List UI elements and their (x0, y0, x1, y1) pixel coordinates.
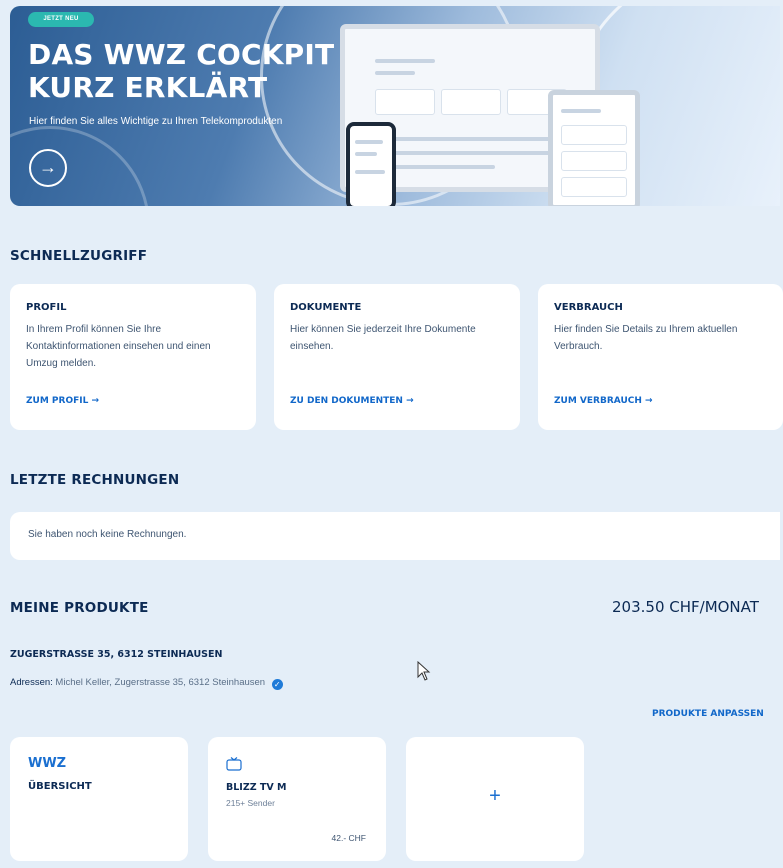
plus-icon: + (489, 785, 501, 807)
arrow-right-icon: → (39, 157, 57, 177)
overview-card[interactable]: WWZ ÜBERSICHT (10, 737, 188, 861)
product-card-blizz-tv[interactable]: BLIZZ TV M 215+ Sender 42.- CHF (208, 737, 386, 861)
hero-banner[interactable]: JETZT NEU DAS WWZ COCKPIT KURZ ERKLÄRT H… (10, 6, 780, 206)
card-title: DOKUMENTE (290, 302, 362, 313)
hero-title: DAS WWZ COCKPIT KURZ ERKLÄRT (28, 38, 358, 104)
consumption-card[interactable]: VERBRAUCH Hier finden Sie Details zu Ihr… (538, 284, 783, 430)
hero-subtitle: Hier finden Sie alles Wichtige zu Ihren … (29, 116, 283, 127)
documents-card[interactable]: DOKUMENTE Hier können Sie jederzeit Ihre… (274, 284, 520, 430)
card-title: PROFIL (26, 302, 67, 313)
invoices-panel: Sie haben noch keine Rechnungen. (10, 512, 780, 560)
quick-access-heading: SCHNELLZUGRIFF (10, 248, 148, 264)
monthly-total: 203.50 CHF/MONAT (612, 598, 759, 616)
product-price: 42.- CHF (331, 833, 366, 843)
profile-link[interactable]: ZUM PROFIL → (26, 396, 99, 406)
adjust-products-link[interactable]: PRODUKTE ANPASSEN (652, 709, 764, 719)
tv-icon (226, 757, 242, 771)
address-label: Adressen: (10, 677, 53, 688)
hero-arrow-button[interactable]: → (29, 149, 67, 187)
overview-label: ÜBERSICHT (28, 781, 92, 792)
add-product-card[interactable]: + (406, 737, 584, 861)
card-title: VERBRAUCH (554, 302, 623, 313)
address-value: Michel Keller, Zugerstrasse 35, 6312 Ste… (55, 677, 266, 688)
wwz-logo: WWZ (28, 756, 67, 771)
invoices-heading: LETZTE RECHNUNGEN (10, 472, 180, 488)
phone-mockup-image (346, 122, 396, 206)
profile-card[interactable]: PROFIL In Ihrem Profil können Sie Ihre K… (10, 284, 256, 430)
card-text: Hier finden Sie Details zu Ihrem aktuell… (554, 324, 738, 352)
address-line: Adressen: Michel Keller, Zugerstrasse 35… (10, 677, 283, 690)
card-text: Hier können Sie jederzeit Ihre Dokumente… (290, 324, 476, 352)
invoices-empty-text: Sie haben noch keine Rechnungen. (28, 529, 187, 540)
product-detail: 215+ Sender (226, 798, 275, 808)
tablet-mockup-image (548, 90, 640, 206)
address-heading: ZUGERSTRASSE 35, 6312 STEINHAUSEN (10, 649, 223, 660)
hero-title-line: DAS WWZ COCKPIT (28, 38, 335, 71)
card-text: In Ihrem Profil können Sie Ihre Kontakti… (26, 324, 211, 369)
new-badge: JETZT NEU (28, 12, 94, 27)
product-name: BLIZZ TV M (226, 782, 287, 793)
mouse-cursor-icon (417, 661, 431, 681)
documents-link[interactable]: ZU DEN DOKUMENTEN → (290, 396, 414, 406)
hero-title-line: KURZ ERKLÄRT (28, 71, 268, 104)
products-heading: MEINE PRODUKTE (10, 600, 149, 616)
verified-check-icon: ✓ (271, 679, 283, 690)
consumption-link[interactable]: ZUM VERBRAUCH → (554, 396, 653, 406)
